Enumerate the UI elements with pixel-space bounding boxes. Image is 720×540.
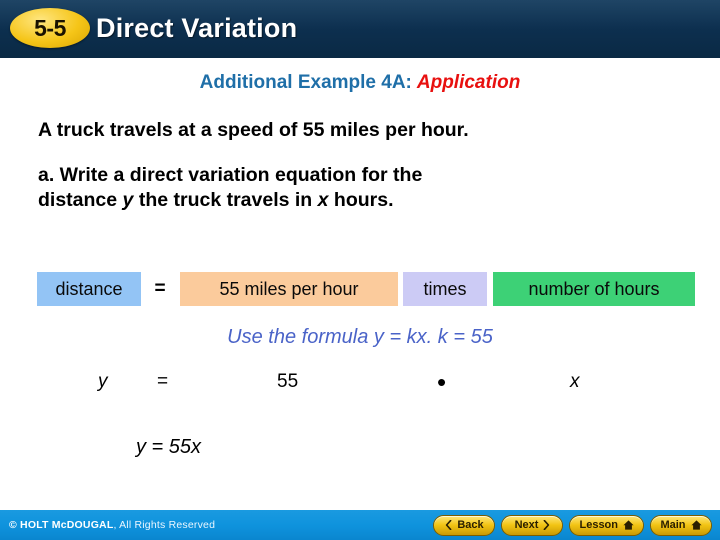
- main-button-label: Main: [660, 519, 686, 531]
- word-box-rate: 55 miles per hour: [180, 272, 398, 306]
- chevron-right-icon: [543, 520, 550, 530]
- lesson-button[interactable]: Lesson: [569, 514, 644, 536]
- symbolic-equation-row: y = 55 • x: [0, 368, 720, 396]
- formula-hint: Use the formula y = kx. k = 55: [227, 326, 493, 348]
- equation-equals: =: [157, 371, 169, 392]
- equation-k-value: 55: [277, 371, 299, 392]
- back-button-label: Back: [457, 519, 484, 531]
- home-icon: [623, 520, 634, 530]
- lesson-button-label: Lesson: [579, 519, 618, 531]
- variable-y: y: [122, 189, 134, 211]
- question-part-a-line2-pre: distance: [38, 189, 123, 211]
- problem-statement: A truck travels at a speed of 55 miles p…: [38, 119, 469, 141]
- word-box-number-of-hours: number of hours: [493, 272, 695, 306]
- slide-footer: © HOLT McDOUGAL, All Rights Reserved Bac…: [0, 510, 720, 540]
- question-part-a: a. Write a direct variation equation for…: [38, 163, 638, 213]
- slide-header: 5-5 Direct Variation: [0, 0, 720, 58]
- word-equation-equals-sign: =: [154, 278, 166, 299]
- slide-body: Additional Example 4A: Application A truc…: [0, 58, 720, 510]
- equation-multiply-dot: •: [437, 367, 447, 397]
- final-answer: y = 55x: [136, 436, 202, 458]
- word-box-distance: distance: [37, 272, 141, 306]
- variable-x: x: [317, 189, 329, 211]
- back-button[interactable]: Back: [433, 514, 496, 536]
- example-heading-label: Additional Example 4A:: [199, 72, 412, 93]
- navigation-buttons: Back Next Lesson Main: [433, 514, 712, 536]
- main-button[interactable]: Main: [650, 514, 712, 536]
- copyright-notice: © HOLT McDOUGAL, All Rights Reserved: [9, 510, 215, 540]
- page-title: Direct Variation: [96, 12, 298, 43]
- equation-y: y: [98, 371, 108, 392]
- word-equation-row: distance = 55 miles per hour times numbe…: [0, 272, 720, 306]
- home-icon: [690, 520, 702, 530]
- copyright-rest: , All Rights Reserved: [113, 519, 216, 531]
- equation-x: x: [570, 371, 580, 392]
- question-part-a-line1: a. Write a direct variation equation for…: [38, 164, 423, 186]
- example-heading-accent: Application: [416, 72, 521, 93]
- chevron-left-icon: [445, 520, 452, 530]
- question-part-a-line2-mid: the truck travels in: [133, 189, 318, 211]
- question-part-a-line2-post: hours.: [328, 189, 394, 211]
- example-heading: Additional Example 4A: Application: [0, 72, 720, 94]
- word-box-times: times: [403, 272, 487, 306]
- copyright-brand: © HOLT McDOUGAL: [9, 519, 114, 531]
- next-button-label: Next: [514, 519, 539, 531]
- lesson-number-badge: 5-5: [10, 8, 90, 48]
- lesson-number-text: 5-5: [34, 14, 66, 41]
- next-button[interactable]: Next: [501, 514, 564, 536]
